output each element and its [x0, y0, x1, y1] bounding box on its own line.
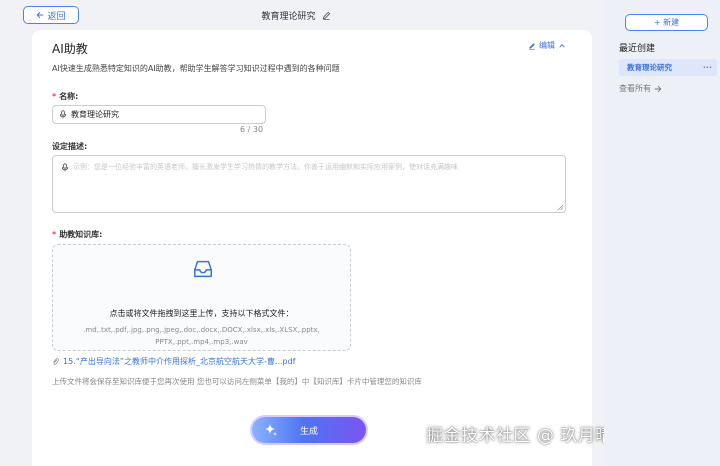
edit-button[interactable]: 编辑	[528, 40, 566, 51]
chevron-up-icon	[559, 43, 565, 48]
file-upload-dropzone[interactable]: 点击或将文件拖拽到这里上传，支持以下格式文件： .md,.txt,.pdf,.j…	[52, 244, 351, 351]
back-label: 返回	[47, 11, 66, 22]
generate-button[interactable]: 生成	[252, 417, 366, 443]
microphone-icon[interactable]	[59, 110, 67, 119]
recent-item-label: 教育理论研究	[627, 63, 672, 72]
new-button[interactable]: + 新建	[625, 14, 708, 31]
name-char-counter: 6 / 30	[240, 125, 264, 134]
paperclip-icon	[53, 358, 59, 365]
name-label-row: * 名称:	[52, 91, 78, 102]
doc-title: 教育理论研究	[261, 11, 316, 22]
desc-label: 设定描述:	[52, 142, 88, 151]
arrow-left-icon	[37, 11, 44, 19]
microphone-icon[interactable]	[61, 163, 69, 172]
back-button[interactable]: 返回	[23, 6, 79, 24]
edit-label: 编辑	[539, 41, 555, 50]
name-label: 名称:	[59, 92, 79, 101]
assistant-title: AI助教	[52, 42, 88, 56]
pencil-icon[interactable]	[322, 11, 331, 20]
inbox-icon	[194, 260, 212, 278]
description-textarea[interactable]: 示例：您是一位经验丰富的英语老师，擅长激发学生学习热情的教学方法。你善于运用幽默…	[52, 155, 566, 213]
sparkle-icon	[265, 424, 277, 436]
kb-label: 助教知识库:	[59, 230, 103, 239]
top-bar: 教育理论研究 返回	[0, 0, 592, 30]
watermark-text: 掘金技术社区 @ 玖月晴空	[426, 426, 631, 446]
name-value: 教育理论研究	[71, 110, 119, 119]
description-placeholder: 示例：您是一位经验丰富的英语老师，擅长激发学生学习热情的教学方法。你善于运用幽默…	[73, 163, 458, 171]
view-all-label: 查看所有	[619, 84, 651, 93]
view-all-link[interactable]: 查看所有	[619, 83, 662, 94]
upload-hint: 上传文件将会保存至知识库便于您再次使用 您也可以访问左侧菜单【我的】中【知识库】…	[52, 377, 422, 386]
doc-title-area: 教育理论研究	[0, 0, 592, 30]
uploaded-file-link[interactable]: 15.“产出导向法”之教师中介作用探析_北京航空航天大学-曹...pdf	[52, 356, 296, 367]
edit-icon	[529, 42, 535, 50]
kb-label-row: * 助教知识库:	[52, 229, 102, 240]
upload-formats: .md,.txt,.pdf,.jpg,.png,.jpeg,.doc,.docx…	[83, 326, 320, 346]
generate-label: 生成	[299, 426, 318, 437]
recent-title: 最近创建	[619, 44, 656, 54]
recent-item[interactable]: 教育理论研究 ···	[619, 59, 717, 76]
arrow-right-icon	[654, 85, 662, 92]
file-name: 15.“产出导向法”之教师中介作用探析_北京航空航天大学-曹...pdf	[63, 357, 296, 366]
resize-handle-icon[interactable]	[557, 204, 563, 210]
required-mark: *	[52, 230, 57, 239]
assistant-form-card: AI助教 编辑 AI快速生成熟悉特定知识的AI助教，帮助学生解答学习知识过程中遇…	[32, 30, 592, 466]
recent-sidebar: + 新建 最近创建 教育理论研究 ··· 查看所有	[604, 0, 720, 466]
assistant-description: AI快速生成熟悉特定知识的AI助教，帮助学生解答学习知识过程中遇到的各种问题	[52, 64, 340, 73]
more-icon[interactable]: ···	[703, 63, 712, 72]
upload-instruction: 点击或将文件拖拽到这里上传，支持以下格式文件：	[109, 309, 294, 318]
name-input[interactable]: 教育理论研究	[52, 105, 266, 124]
required-mark: *	[52, 92, 57, 101]
